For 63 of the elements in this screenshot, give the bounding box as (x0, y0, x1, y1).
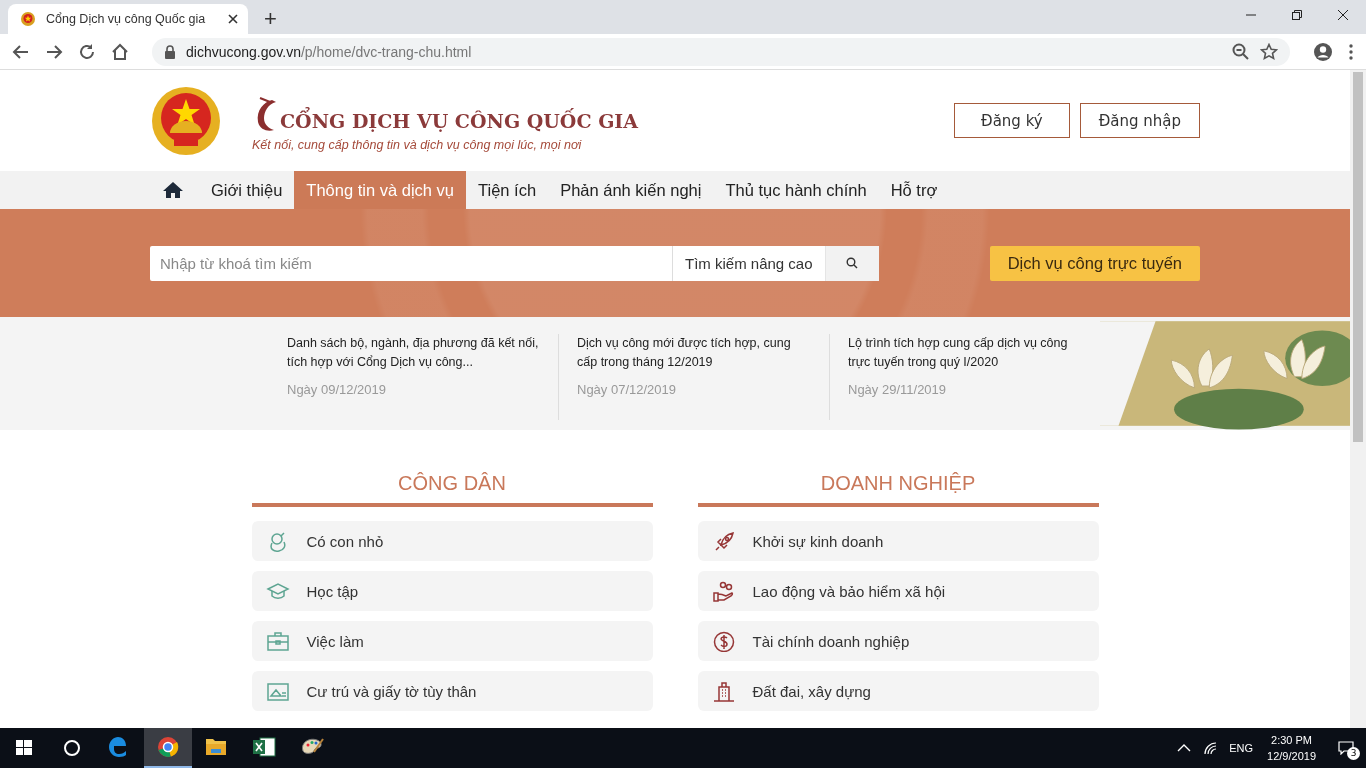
news-date: Ngày 09/12/2019 (287, 382, 388, 397)
nav-item[interactable]: Giới thiệu (199, 171, 295, 209)
news-date: Ngày 07/12/2019 (577, 382, 678, 397)
category-item[interactable]: Lao động và bảo hiểm xã hội (697, 571, 1099, 611)
news-date: Ngày 29/11/2019 (848, 382, 948, 397)
scrollbar[interactable] (1350, 70, 1366, 728)
category-item[interactable]: Cư trú và giấy tờ tùy thân (251, 671, 653, 711)
graduation-cap-icon (265, 580, 290, 602)
scrollbar-thumb[interactable] (1353, 72, 1363, 442)
account-icon[interactable] (1313, 41, 1333, 62)
chevron-up-icon[interactable] (1177, 743, 1192, 753)
section-title: CÔNG DÂN (251, 472, 653, 507)
emblem-icon (20, 11, 36, 27)
advanced-search-button[interactable]: Tìm kiếm nâng cao (672, 245, 825, 281)
search-button[interactable] (824, 245, 879, 281)
address-bar[interactable]: dichvucong.gov.vn/p/home/dvc-trang-chu.html (152, 37, 1290, 66)
lock-icon (164, 44, 176, 59)
close-icon[interactable] (228, 14, 238, 24)
chrome-icon[interactable] (144, 728, 192, 768)
slogan: Kết nối, cung cấp thông tin và dịch vụ công mọi lúc, mọi nơi (252, 137, 583, 152)
category-item[interactable]: Khởi sự kinh doanh (697, 521, 1099, 561)
nav-item[interactable]: Phản ánh kiến nghị (548, 171, 714, 209)
briefcase-icon (265, 630, 290, 652)
category-item[interactable]: Tài chính doanh nghiệp (697, 621, 1099, 661)
notification-count: 3 (1347, 747, 1360, 760)
news-title[interactable]: Dịch vụ công mới được tích hợp, cung cấp trong tháng 12/2019 (577, 334, 811, 372)
search-field[interactable]: Nhập từ khoá tìm kiếm (150, 245, 672, 281)
clock[interactable]: 2:30 PM 12/9/2019 (1267, 732, 1316, 764)
category-item[interactable]: Việc làm (251, 621, 653, 661)
star-icon[interactable] (1260, 42, 1278, 61)
zoom-out-icon[interactable] (1232, 42, 1250, 61)
language-indicator[interactable]: ENG (1229, 742, 1254, 754)
national-emblem-icon (150, 84, 222, 157)
url-text: dichvucong.gov.vn/p/home/dvc-trang-chu.html (186, 43, 472, 60)
login-button[interactable]: Đăng nhập (1079, 103, 1200, 138)
back-icon[interactable] (12, 42, 30, 61)
category-item[interactable]: Học tập (251, 571, 653, 611)
search-icon (846, 257, 859, 269)
nav-item[interactable]: Tiện ích (466, 171, 549, 209)
nav-item[interactable]: Thủ tục hành chính (713, 171, 879, 209)
tab-title: Cổng Dịch vụ công Quốc gia (46, 12, 207, 26)
id-card-icon (265, 680, 290, 702)
home-icon[interactable] (163, 181, 183, 199)
reload-icon[interactable] (78, 42, 96, 61)
portal-title: CỔNG DỊCH VỤ CÔNG QUỐC GIA (280, 109, 638, 132)
building-icon (711, 680, 736, 702)
forward-icon[interactable] (45, 42, 63, 61)
dollar-coin-icon (711, 630, 736, 652)
online-services-button[interactable]: Dịch vụ công trực tuyến (989, 245, 1200, 281)
news-title[interactable]: Danh sách bộ, ngành, địa phương đã kết nối, tích hợp với Cổng Dịch vụ công... (287, 334, 540, 372)
browser-tab[interactable]: Cổng Dịch vụ công Quốc gia (8, 4, 248, 34)
nav-item[interactable]: Hỗ trợ (878, 171, 950, 209)
hand-people-icon (711, 580, 736, 602)
section-title: DOANH NGHIỆP (697, 472, 1099, 507)
news-title[interactable]: Lộ trình tích hợp cung cấp dịch vụ công trực tuyến trong quý I/2020 (848, 334, 1082, 372)
message-icon (1338, 741, 1354, 755)
notification-button[interactable]: 3 (1326, 728, 1366, 768)
new-tab-button[interactable]: + (258, 6, 283, 32)
category-item[interactable]: Có con nhỏ (251, 521, 653, 561)
menu-icon[interactable] (1348, 42, 1354, 61)
home-icon[interactable] (111, 42, 129, 61)
register-button[interactable]: Đăng ký (954, 103, 1070, 138)
category-item[interactable]: Đất đai, xây dựng (697, 671, 1099, 711)
